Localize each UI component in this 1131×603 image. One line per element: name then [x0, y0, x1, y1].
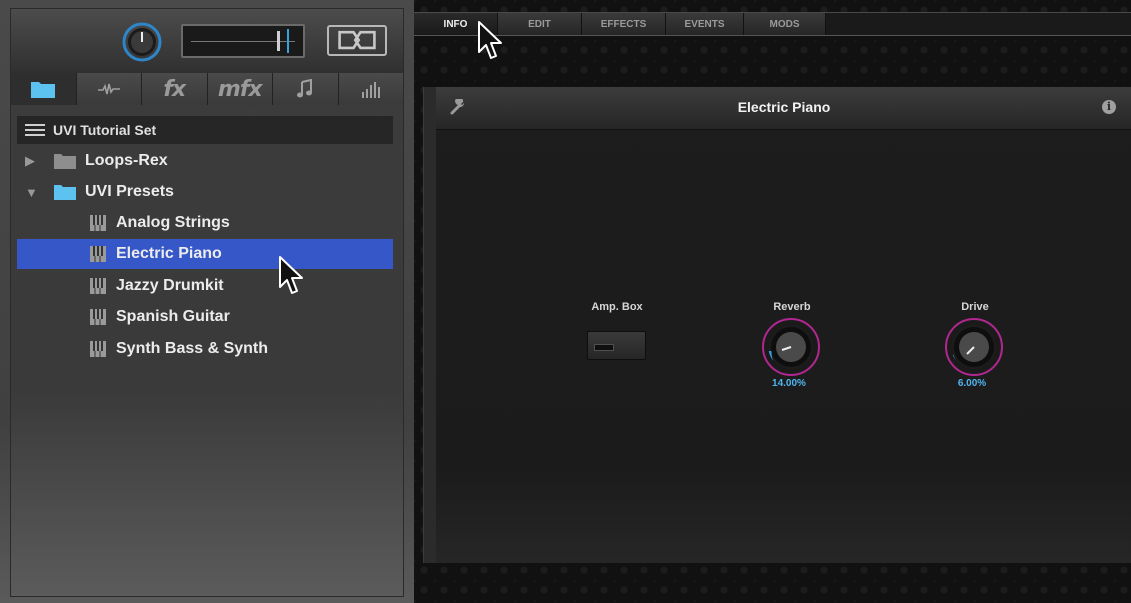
volume-slider[interactable]	[181, 24, 305, 58]
piano-keys-icon	[90, 246, 106, 262]
tab-browser[interactable]	[11, 73, 77, 105]
piano-keys-icon	[90, 309, 106, 325]
tab-edit[interactable]: EDIT	[498, 13, 582, 35]
uvi-logo-icon	[327, 25, 387, 56]
mouse-cursor-icon	[279, 256, 303, 294]
preset-label: Electric Piano	[116, 245, 222, 262]
folder-icon	[54, 154, 76, 169]
ampbox-led	[594, 344, 614, 351]
preset-frame: Electric Piano i Amp. Box Reverb 14.00% …	[423, 87, 1131, 563]
tab-fx[interactable]: fx	[142, 73, 208, 105]
instrument-panel: INFO EDIT EFFECTS EVENTS MODS Electric P…	[414, 0, 1131, 603]
ampbox-toggle[interactable]	[587, 331, 646, 360]
waveform-icon	[97, 83, 120, 95]
top-toolbar	[11, 9, 403, 74]
tab-events[interactable]: EVENTS	[666, 13, 744, 35]
preset-row[interactable]: Jazzy Drumkit	[17, 271, 393, 301]
reverb-label: Reverb	[773, 301, 811, 313]
tab-effects[interactable]: EFFECTS	[582, 13, 666, 35]
preset-label: Synth Bass & Synth	[116, 340, 269, 357]
browser-title: UVI Tutorial Set	[53, 122, 157, 138]
menu-icon[interactable]	[25, 123, 45, 137]
browser-frame: fx mfx UVI Tutorial Set ▶ Loops-Rex ▼ UV…	[10, 8, 404, 597]
folder-label: Loops-Rex	[85, 152, 168, 169]
tab-music[interactable]	[273, 73, 339, 105]
browser-panel: fx mfx UVI Tutorial Set ▶ Loops-Rex ▼ UV…	[0, 0, 414, 603]
preset-label: Jazzy Drumkit	[116, 277, 224, 294]
preset-label: Analog Strings	[116, 214, 230, 231]
folder-row-uvi-presets[interactable]: ▼ UVI Presets	[17, 177, 393, 207]
slider-handle[interactable]	[277, 31, 280, 51]
drive-value: 6.00%	[957, 378, 987, 389]
folder-row-loops-rex[interactable]: ▶ Loops-Rex	[17, 146, 393, 176]
reverb-knob[interactable]	[760, 316, 822, 378]
tab-mfx[interactable]: mfx	[207, 73, 273, 105]
browser-header: UVI Tutorial Set	[17, 116, 393, 144]
tab-mods[interactable]: MODS	[744, 13, 826, 35]
preset-row[interactable]: Analog Strings	[17, 208, 393, 238]
folder-icon	[31, 82, 56, 98]
drive-knob[interactable]	[943, 316, 1005, 378]
preset-panel: Electric Piano i Amp. Box Reverb 14.00% …	[436, 87, 1131, 563]
reverb-value: 14.00%	[772, 378, 806, 389]
preset-title: Electric Piano	[737, 99, 831, 115]
mfx-icon: mfx	[217, 76, 263, 102]
slider-marker	[287, 29, 289, 53]
mixer-bars-icon	[361, 82, 380, 98]
drive-label: Drive	[961, 301, 989, 313]
fx-icon: fx	[163, 76, 186, 102]
collapse-arrow-icon[interactable]: ▼	[25, 185, 39, 200]
piano-keys-icon	[90, 341, 106, 357]
tab-waveform[interactable]	[76, 73, 142, 105]
tab-mixer[interactable]	[338, 73, 403, 105]
preset-label: Spanish Guitar	[116, 308, 230, 325]
preset-row-selected[interactable]: Electric Piano	[17, 239, 393, 269]
music-note-icon	[297, 79, 313, 98]
ampbox-label: Amp. Box	[591, 301, 643, 313]
preset-row[interactable]: Spanish Guitar	[17, 302, 393, 332]
piano-keys-icon	[90, 215, 106, 231]
piano-keys-icon	[90, 278, 106, 294]
browser-tabs: fx mfx	[11, 73, 403, 105]
info-icon[interactable]: i	[1102, 100, 1116, 114]
preset-header: Electric Piano i	[436, 87, 1131, 130]
page-tabs: INFO EDIT EFFECTS EVENTS MODS	[414, 12, 1131, 36]
volume-knob[interactable]	[122, 22, 162, 62]
mouse-cursor-icon	[478, 21, 502, 59]
folder-open-icon	[54, 185, 76, 200]
folder-label: UVI Presets	[85, 183, 174, 200]
preset-row[interactable]: Synth Bass & Synth	[17, 334, 393, 364]
expand-arrow-icon[interactable]: ▶	[25, 153, 39, 169]
